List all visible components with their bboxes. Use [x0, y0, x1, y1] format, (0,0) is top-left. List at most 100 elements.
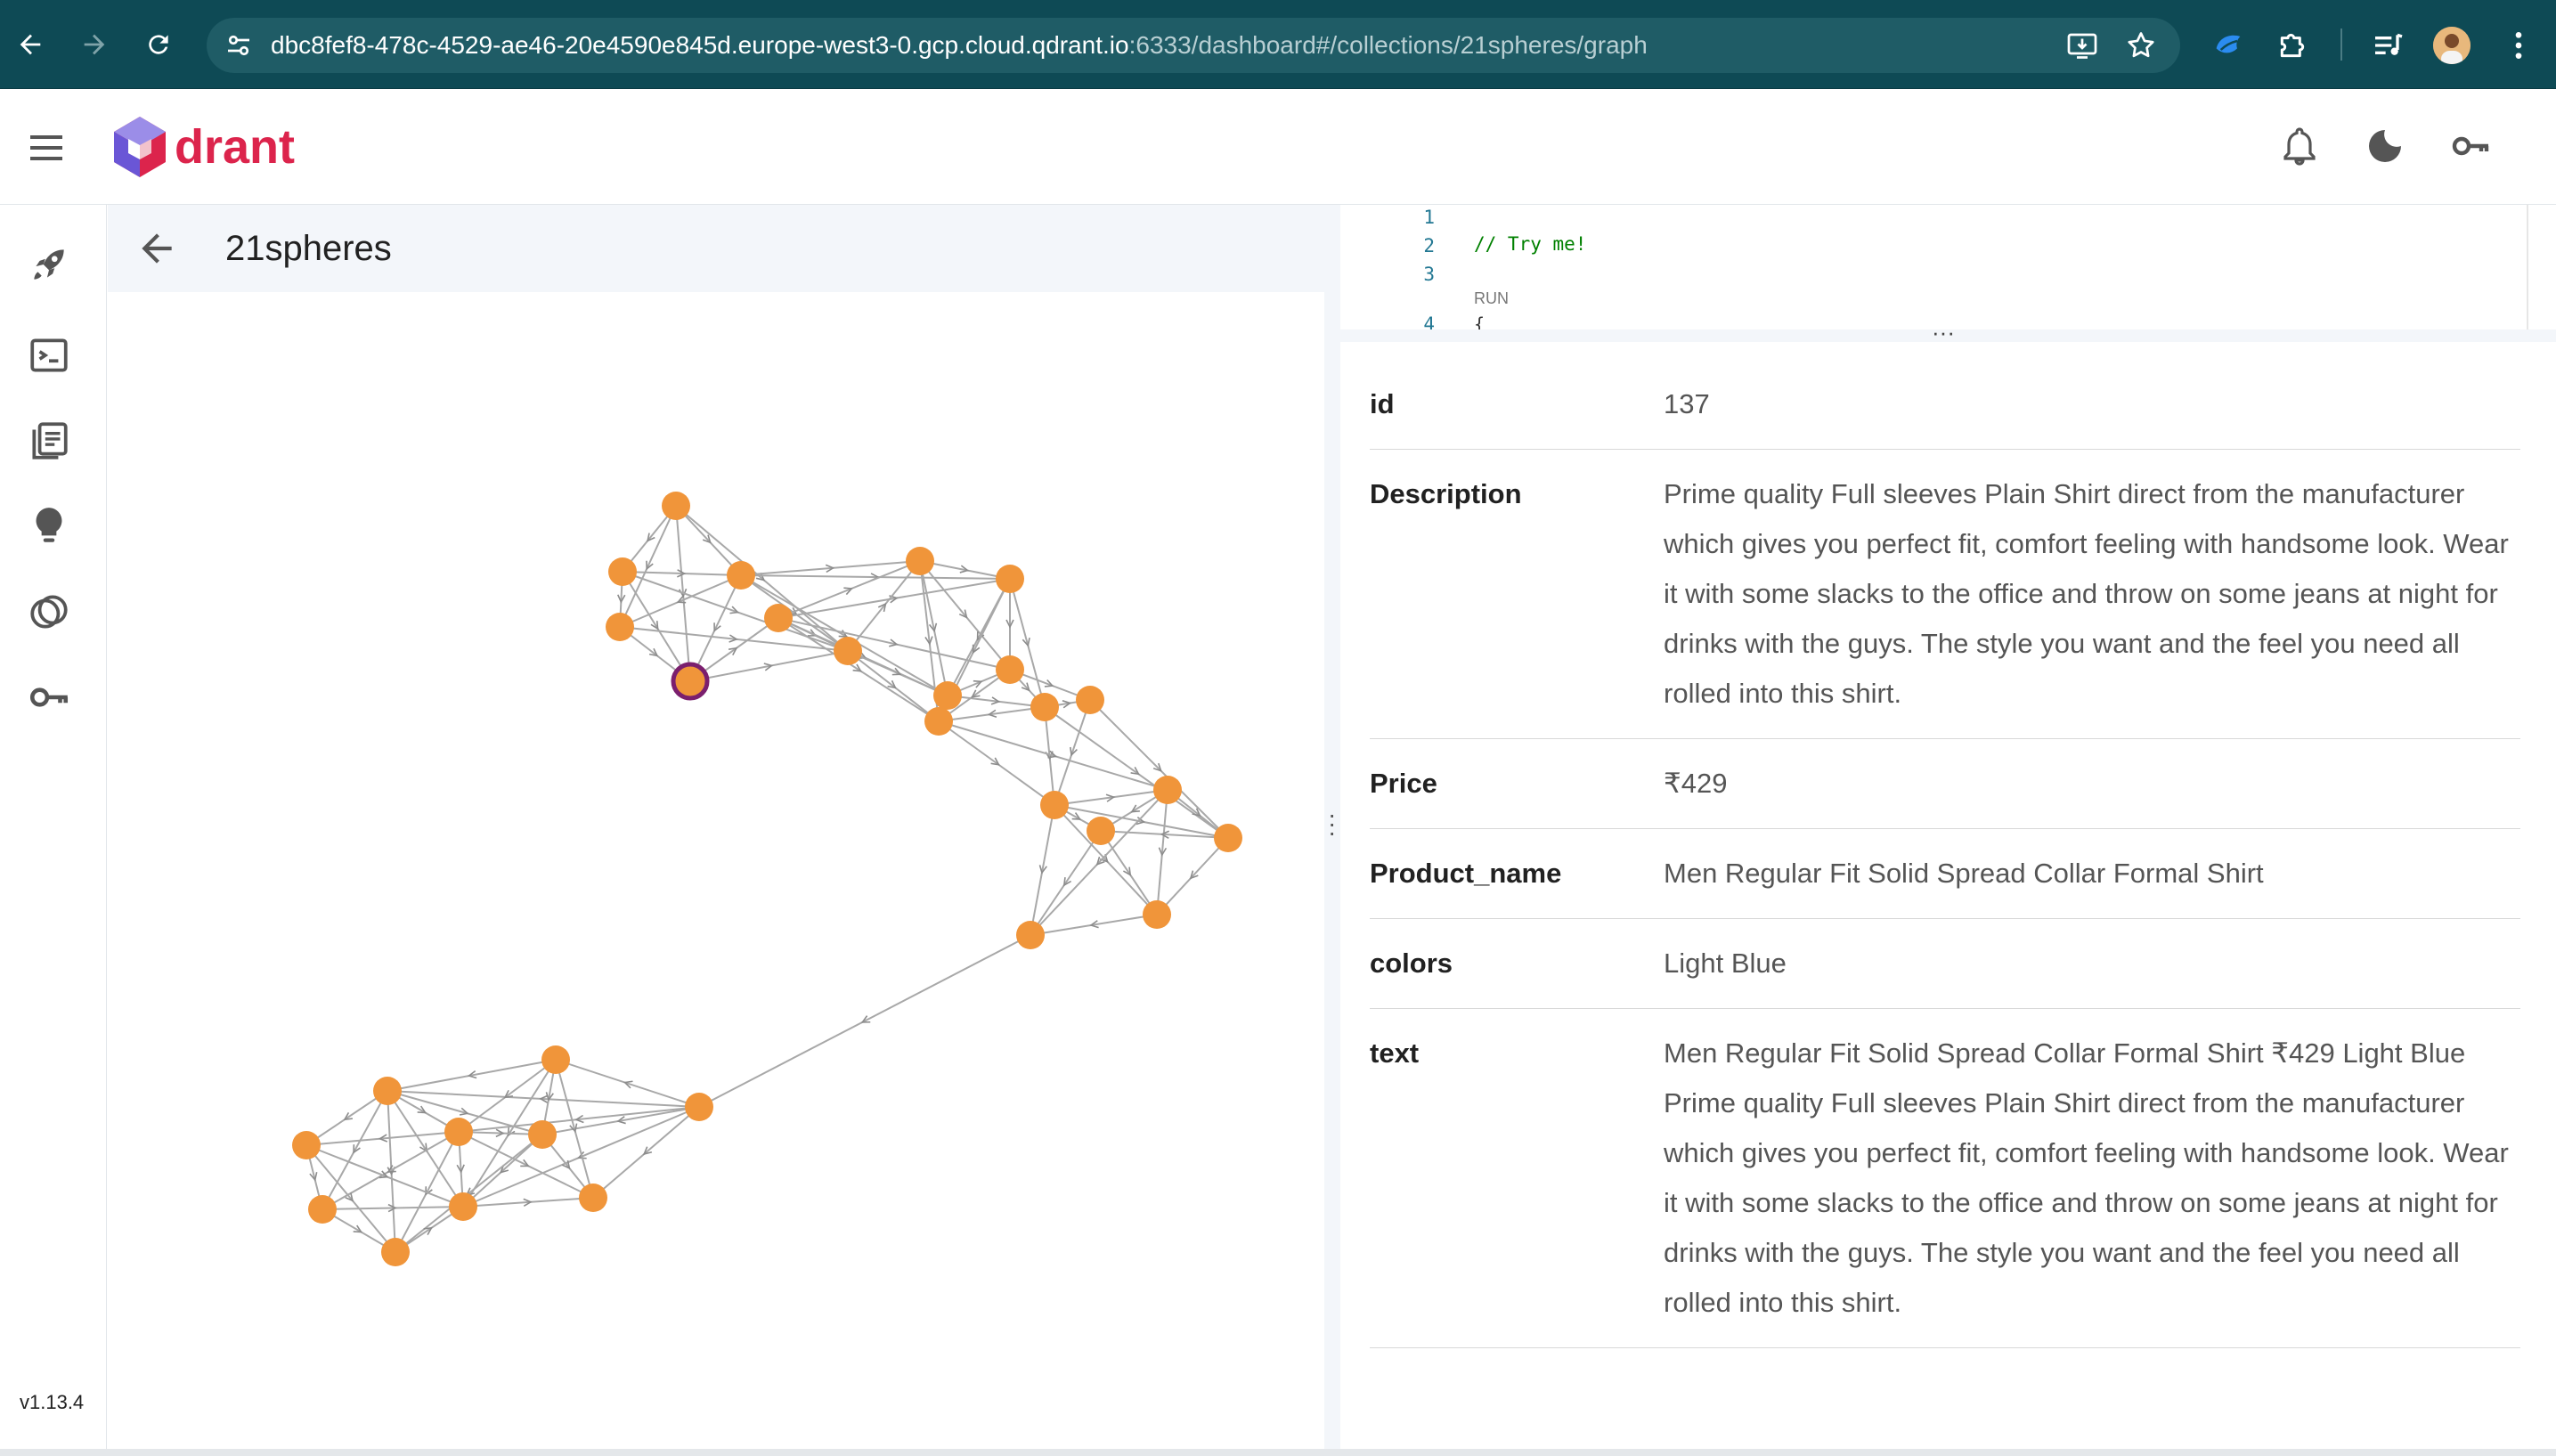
graph-node[interactable]	[1153, 776, 1182, 804]
reload-icon[interactable]	[139, 25, 178, 64]
graph-edge	[689, 650, 849, 682]
payload-key: Product_name	[1370, 828, 1664, 919]
graph-edge	[305, 1131, 460, 1146]
graph-node[interactable]	[1214, 824, 1242, 852]
datasets-icon[interactable]	[27, 590, 71, 634]
payload-row: Product_name Men Regular Fit Solid Sprea…	[1370, 828, 2520, 919]
graph-node[interactable]	[685, 1093, 713, 1121]
editor-resize-handle[interactable]: ···	[1340, 319, 2556, 346]
extension-icon[interactable]	[2210, 28, 2246, 63]
graph-node[interactable]	[996, 655, 1024, 684]
address-bar[interactable]: dbc8fef8-478c-4529-ae46-20e4590e845d.eur…	[207, 18, 2180, 73]
rocket-icon[interactable]	[27, 242, 71, 287]
graph-node[interactable]	[1087, 817, 1115, 845]
graph-node[interactable]	[541, 1045, 570, 1074]
line-number: 2	[1423, 235, 1435, 256]
payload-row: text Men Regular Fit Solid Spread Collar…	[1370, 1008, 2520, 1348]
graph-node[interactable]	[933, 681, 962, 710]
qdrant-logo-mark	[114, 117, 166, 177]
site-info-icon[interactable]	[223, 29, 255, 61]
graph-node[interactable]	[1040, 791, 1069, 819]
graph-node[interactable]	[308, 1195, 337, 1224]
graph-node[interactable]	[906, 547, 934, 575]
payload-row: Description Prime quality Full sleeves P…	[1370, 449, 2520, 739]
graph-node[interactable]	[1076, 686, 1104, 714]
graph-node[interactable]	[579, 1184, 607, 1212]
graph-node[interactable]	[1030, 693, 1059, 721]
graph-edge	[1054, 699, 1091, 806]
graph-node[interactable]	[608, 557, 637, 586]
sidebar: v1.13.4	[0, 205, 107, 1456]
points-graph[interactable]	[108, 292, 1324, 1456]
back-arrow-icon[interactable]	[11, 25, 50, 64]
graph-node[interactable]	[373, 1077, 402, 1105]
graph-edge	[847, 560, 921, 652]
bookmark-star-icon[interactable]	[2125, 29, 2157, 61]
hamburger-menu-icon[interactable]	[27, 130, 69, 166]
graph-node[interactable]	[444, 1118, 473, 1146]
graph-edge	[555, 1059, 594, 1199]
graph-node[interactable]	[996, 565, 1024, 593]
graph-node[interactable]	[834, 637, 862, 665]
tutorial-lightbulb-icon[interactable]	[27, 504, 71, 549]
payload-row: Price ₹429	[1370, 738, 2520, 829]
api-key-icon[interactable]	[2449, 125, 2492, 167]
graph-edge	[740, 574, 948, 696]
graph-edge	[777, 617, 940, 722]
run-button[interactable]: RUN	[1474, 289, 1509, 308]
payload-value: Men Regular Fit Solid Spread Collar Form…	[1664, 828, 2520, 919]
query-editor[interactable]: 1 2 3 4 // Try me! RUN {	[1340, 205, 2528, 329]
dark-mode-icon[interactable]	[2364, 125, 2406, 167]
panel-splitter[interactable]: · · ·	[1324, 205, 1340, 1456]
qdrant-logo[interactable]: drant	[110, 114, 297, 180]
graph-edge	[1030, 914, 1158, 936]
collections-icon[interactable]	[27, 419, 71, 463]
graph-node[interactable]	[727, 561, 755, 590]
graph-node[interactable]	[381, 1238, 410, 1266]
graph-edge	[938, 720, 1055, 806]
toolbar-divider	[2340, 28, 2342, 61]
graph-node[interactable]	[528, 1120, 557, 1149]
console-icon[interactable]	[27, 333, 71, 378]
back-arrow-icon	[142, 233, 172, 264]
graph-edge	[387, 1059, 557, 1092]
graph-node[interactable]	[449, 1192, 477, 1221]
app-header: drant	[0, 89, 2556, 205]
payload-value: Prime quality Full sleeves Plain Shirt d…	[1664, 449, 2520, 739]
url-path: :6333/dashboard#/collections/21spheres/g…	[1128, 31, 1648, 59]
graph-edge	[592, 1106, 700, 1199]
graph-edge	[1030, 804, 1055, 936]
forward-arrow-icon[interactable]	[75, 25, 114, 64]
url-text[interactable]: dbc8fef8-478c-4529-ae46-20e4590e845d.eur…	[271, 18, 1648, 73]
graph-edge	[458, 1131, 594, 1199]
graph-edge	[395, 1134, 543, 1253]
graph-edge	[305, 1090, 388, 1146]
media-control-icon[interactable]	[2371, 28, 2406, 63]
graph-edge	[1156, 837, 1229, 915]
splitter-handle-icon: · · ·	[1328, 801, 1337, 846]
code-comment: // Try me!	[1474, 233, 1587, 255]
graph-node[interactable]	[1143, 900, 1171, 929]
graph-node[interactable]	[764, 604, 793, 632]
bell-icon[interactable]	[2278, 125, 2321, 167]
payload-value: 137	[1664, 360, 2520, 450]
graph-node[interactable]	[606, 613, 634, 641]
graph-node[interactable]	[1016, 921, 1045, 949]
point-details: id 137 Description Prime quality Full sl…	[1340, 342, 2556, 1456]
graph-edge	[740, 560, 921, 576]
graph-node[interactable]	[662, 492, 690, 520]
line-number: 1	[1423, 207, 1435, 228]
graph-node[interactable]	[924, 707, 953, 736]
graph-node-selected[interactable]	[671, 662, 710, 701]
install-app-icon[interactable]	[2066, 29, 2098, 61]
version-label: v1.13.4	[20, 1391, 85, 1413]
puzzle-icon[interactable]	[2275, 28, 2310, 63]
back-button[interactable]	[134, 226, 179, 271]
collection-title: 21spheres	[225, 229, 392, 268]
access-key-icon[interactable]	[27, 675, 71, 720]
graph-edge	[1089, 699, 1229, 839]
graph-node[interactable]	[292, 1131, 321, 1159]
profile-avatar[interactable]	[2433, 27, 2471, 64]
more-vert-icon[interactable]	[2501, 28, 2536, 63]
code-brace: {	[1474, 313, 1486, 329]
